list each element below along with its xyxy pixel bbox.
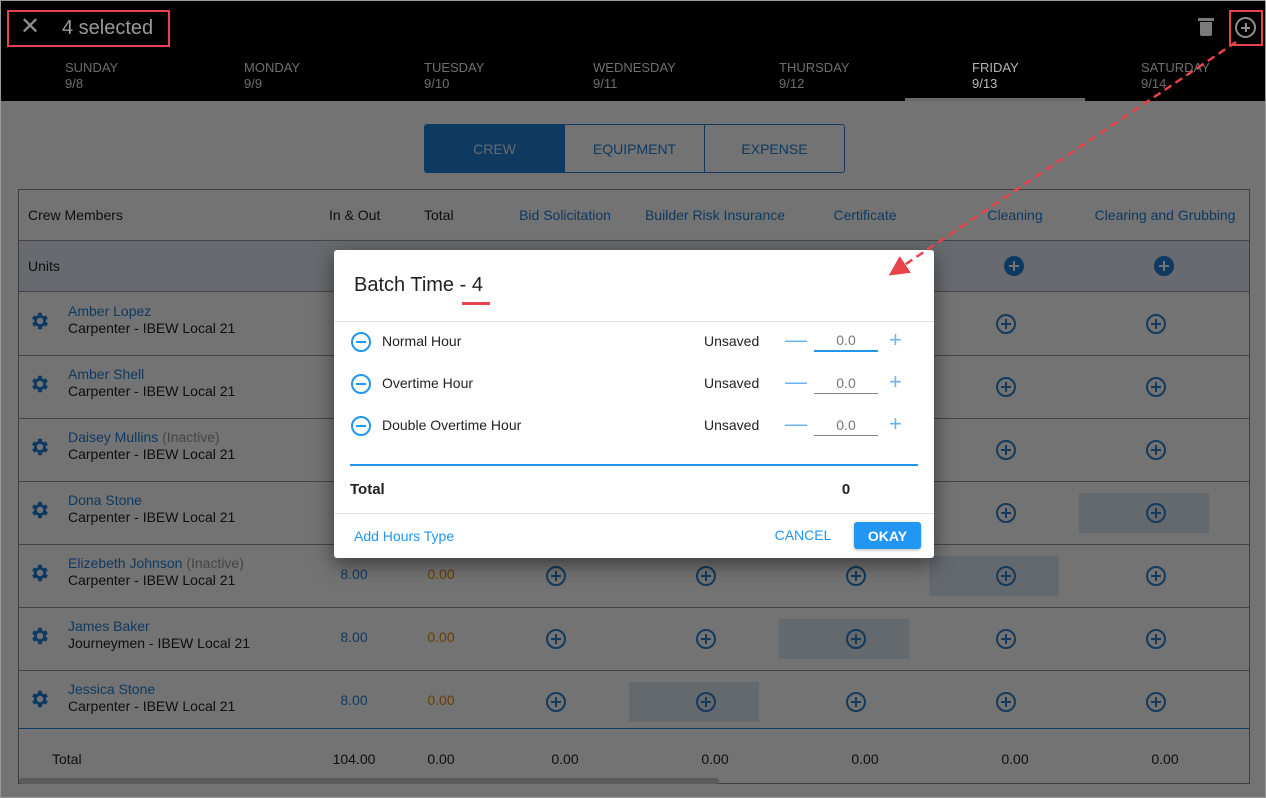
hour-type-row: Double Overtime Hour Unsaved — + xyxy=(334,405,934,447)
dialog-title: Batch Time - 4 xyxy=(354,274,483,297)
remove-hour-type-icon[interactable] xyxy=(351,416,371,436)
day-tab-friday[interactable]: FRIDAY 9/13 xyxy=(972,60,1019,92)
day-tab-sunday[interactable]: SUNDAY 9/8 xyxy=(65,60,118,92)
day-tab-saturday[interactable]: SATURDAY 9/14 xyxy=(1141,60,1210,92)
hours-input[interactable] xyxy=(814,372,878,394)
day-tab-thursday[interactable]: THURSDAY 9/12 xyxy=(779,60,850,92)
dialog-total-value: 0 xyxy=(841,481,851,498)
dialog-title-prefix: Batch Time - xyxy=(354,274,472,296)
day-tab-monday[interactable]: MONDAY 9/9 xyxy=(244,60,300,92)
hour-type-row: Overtime Hour Unsaved — + xyxy=(334,363,934,405)
day-name: SATURDAY xyxy=(1141,60,1210,75)
increment-button[interactable]: + xyxy=(889,371,902,393)
day-name: THURSDAY xyxy=(779,60,850,75)
day-date: 9/9 xyxy=(244,76,263,91)
add-hours-type-link[interactable]: Add Hours Type xyxy=(354,528,454,544)
increment-button[interactable]: + xyxy=(889,329,902,351)
decrement-button[interactable]: — xyxy=(785,329,807,351)
day-name: TUESDAY xyxy=(424,60,485,75)
batch-time-dialog: Batch Time - 4 Normal Hour Unsaved — + O… xyxy=(334,250,934,558)
day-name: SUNDAY xyxy=(65,60,119,75)
hours-input[interactable] xyxy=(814,330,878,352)
okay-button[interactable]: OKAY xyxy=(854,522,921,549)
decrement-button[interactable]: — xyxy=(785,371,807,393)
hour-type-status: Unsaved xyxy=(704,417,760,433)
hour-type-status: Unsaved xyxy=(704,333,760,349)
day-name: MONDAY xyxy=(244,60,301,75)
hour-type-row: Normal Hour Unsaved — + xyxy=(334,321,934,363)
day-tab-tuesday[interactable]: TUESDAY 9/10 xyxy=(424,60,484,92)
selection-count: 4 selected xyxy=(62,17,154,39)
day-date: 9/10 xyxy=(424,76,450,91)
hours-input[interactable] xyxy=(814,414,878,436)
day-date: 9/11 xyxy=(593,76,618,91)
total-divider xyxy=(350,464,918,466)
close-x-icon[interactable]: ✕ xyxy=(20,15,40,39)
add-circle-icon[interactable] xyxy=(1235,17,1256,38)
count-annotation-underline xyxy=(462,302,490,305)
day-date: 9/13 xyxy=(972,76,998,91)
decrement-button[interactable]: — xyxy=(785,413,807,435)
increment-button[interactable]: + xyxy=(889,413,902,435)
remove-hour-type-icon[interactable] xyxy=(351,332,371,352)
day-name: FRIDAY xyxy=(972,60,1019,75)
trash-icon[interactable] xyxy=(1198,18,1214,36)
hour-type-status: Unsaved xyxy=(704,375,760,391)
day-date: 9/12 xyxy=(779,76,805,91)
day-date: 9/14 xyxy=(1141,76,1167,91)
dialog-total-label: Total xyxy=(350,481,385,498)
day-tab-wednesday[interactable]: WEDNESDAY 9/11 xyxy=(593,60,676,92)
divider xyxy=(334,513,934,514)
dialog-title-count: 4 xyxy=(471,274,483,296)
day-date: 9/8 xyxy=(65,76,84,91)
cancel-button[interactable]: CANCEL xyxy=(768,522,838,548)
hour-type-label: Double Overtime Hour xyxy=(382,417,522,433)
hour-type-label: Normal Hour xyxy=(382,333,462,349)
remove-hour-type-icon[interactable] xyxy=(351,374,371,394)
day-name: WEDNESDAY xyxy=(593,60,676,75)
hour-type-label: Overtime Hour xyxy=(382,375,474,391)
